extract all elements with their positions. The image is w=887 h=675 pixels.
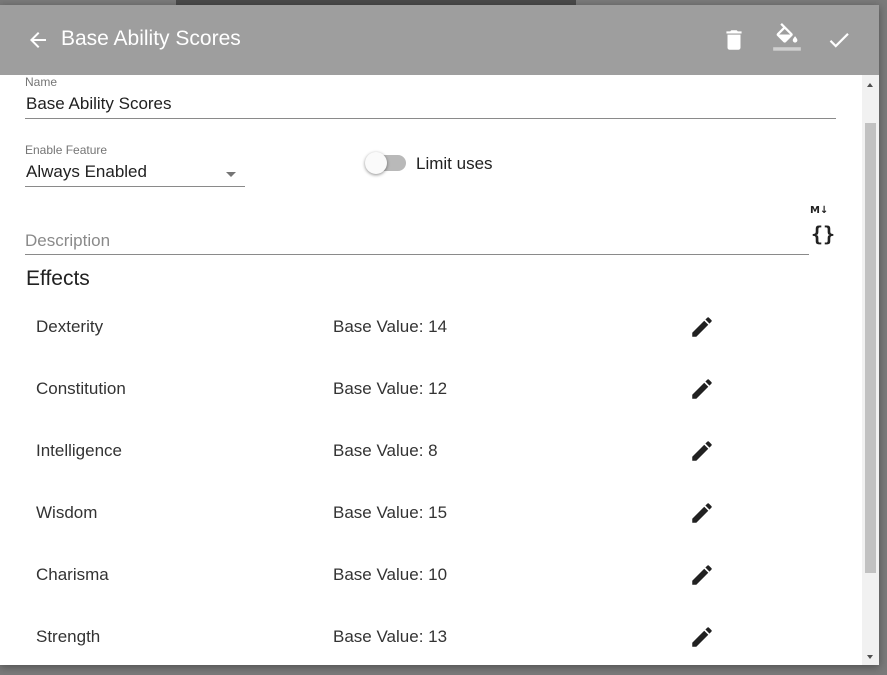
braces-icon[interactable]: {} [811,222,835,246]
effects-heading: Effects [26,267,90,290]
edit-icon[interactable] [689,314,715,340]
paint-bucket-icon[interactable] [773,23,801,53]
description-input[interactable]: Description [25,231,110,251]
effect-name: Strength [36,627,101,646]
effect-value: Base Value: 8 [333,441,438,460]
enable-feature-label: Enable Feature [25,143,108,157]
effect-name: Wisdom [36,503,98,522]
effect-value: Base Value: 12 [333,379,448,398]
edit-icon[interactable] [689,438,715,464]
enable-feature-select[interactable]: Always Enabled [26,162,147,182]
scroll-down-arrow-icon[interactable] [867,655,873,659]
edit-icon[interactable] [689,624,715,650]
limit-uses-label: Limit uses [416,154,493,173]
effect-name: Dexterity [36,317,104,336]
toggle-thumb [365,152,387,174]
effect-value: Base Value: 10 [333,565,448,584]
dropdown-arrow-icon[interactable] [226,172,236,177]
vertical-scrollbar[interactable] [862,75,879,665]
effect-row: Dexterity Base Value: 14 [0,317,862,379]
effect-row: Strength Base Value: 13 [0,627,862,665]
effect-value: Base Value: 14 [333,317,448,336]
dialog-toolbar: Base Ability Scores [0,5,879,75]
enable-feature-underline [25,186,245,187]
effect-row: Charisma Base Value: 10 [0,565,862,627]
limit-uses-toggle[interactable] [364,151,408,175]
effect-name: Charisma [36,565,109,584]
effect-value: Base Value: 15 [333,503,448,522]
checkmark-icon[interactable] [826,27,852,53]
effect-row: Constitution Base Value: 12 [0,379,862,441]
arrow-left-icon[interactable] [26,28,50,52]
dialog-content: Name Base Ability Scores Enable Feature … [0,75,862,665]
effect-value: Base Value: 13 [333,627,448,646]
effect-name: Intelligence [36,441,123,460]
description-underline [25,254,809,255]
effect-name: Constitution [36,379,126,398]
name-field[interactable]: Base Ability Scores [26,94,172,114]
dialog-title: Base Ability Scores [61,27,241,50]
effect-row: Intelligence Base Value: 8 [0,441,862,503]
feature-editor-dialog: Base Ability Scores Name Base Ability Sc… [0,5,879,665]
scrollbar-thumb[interactable] [865,123,876,573]
trash-icon[interactable] [721,27,747,53]
edit-icon[interactable] [689,500,715,526]
name-field-underline [25,118,836,119]
effect-row: Wisdom Base Value: 15 [0,503,862,565]
edit-icon[interactable] [689,562,715,588]
name-field-label: Name [25,75,58,89]
markdown-icon[interactable]: M↓ [810,205,828,216]
edit-icon[interactable] [689,376,715,402]
scroll-up-arrow-icon[interactable] [867,83,873,87]
